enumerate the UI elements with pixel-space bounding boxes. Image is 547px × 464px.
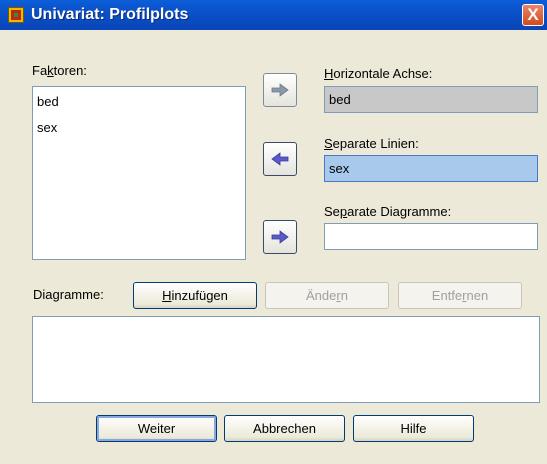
horizontal-axis-field[interactable]: bed [324,86,538,113]
list-item[interactable]: bed [37,94,59,109]
left-arrow-icon [271,152,289,166]
horizontal-axis-label: Horizontale Achse: [324,66,433,81]
move-to-separate-diagrams-button[interactable] [263,220,297,254]
change-button[interactable]: Ändern [265,282,389,309]
factors-label: Faktoren: [32,63,87,78]
continue-button[interactable]: Weiter [96,415,217,442]
window-title: Univariat: Profilplots [31,6,189,23]
add-button[interactable]: Hinzufügen [133,282,257,309]
help-button[interactable]: Hilfe [353,415,474,442]
diagrams-list[interactable] [32,316,540,403]
cancel-button[interactable]: Abbrechen [224,415,345,442]
move-from-separate-lines-button[interactable] [263,142,297,176]
separate-lines-label: Separate Linien: [324,136,419,151]
app-icon [8,7,24,23]
close-button[interactable]: X [522,4,544,26]
title-bar: Univariat: Profilplots X [0,0,547,30]
diagrams-label: Diagramme: [33,287,104,302]
list-item[interactable]: sex [37,120,57,135]
right-arrow-icon [271,230,289,244]
factors-list[interactable]: bed sex [32,86,246,260]
remove-button[interactable]: Entfernen [398,282,522,309]
separate-lines-field[interactable]: sex [324,155,538,182]
profile-plots-dialog: Univariat: Profilplots X Faktoren: bed s… [0,0,547,464]
separate-diagrams-field[interactable] [324,223,538,250]
move-to-horizontal-axis-button[interactable] [263,73,297,107]
right-arrow-icon [271,83,289,97]
separate-diagrams-label: Separate Diagramme: [324,204,452,219]
